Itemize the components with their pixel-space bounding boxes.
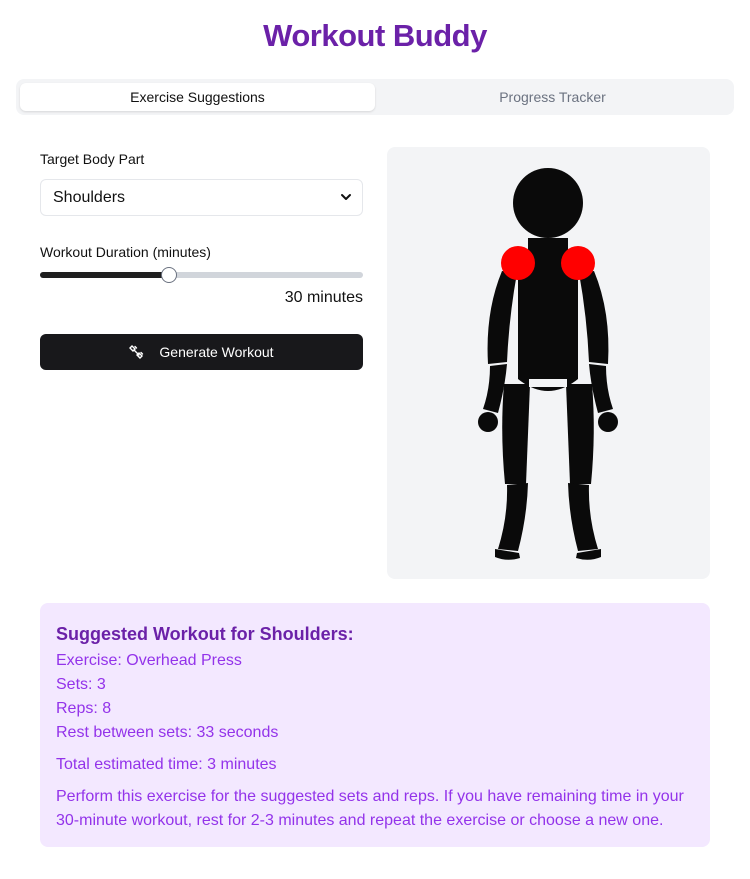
figure-left-thigh	[502, 384, 530, 484]
tab-progress-tracker[interactable]: Progress Tracker	[375, 83, 730, 111]
figure-left-shoulder-highlight	[501, 246, 535, 280]
duration-slider[interactable]	[40, 264, 363, 286]
figure-right-hand	[598, 412, 618, 432]
generate-workout-button[interactable]: Generate Workout	[40, 334, 363, 370]
chevron-down-icon	[341, 194, 351, 200]
body-part-label: Target Body Part	[40, 151, 145, 167]
total-time: Total estimated time: 3 minutes	[56, 756, 277, 773]
suggestion-title: Suggested Workout for Shoulders:	[56, 624, 354, 644]
body-part-value: Shoulders	[53, 188, 126, 206]
figure-right-shin	[568, 483, 598, 551]
figure-torso	[518, 258, 578, 391]
exercise-name: Exercise: Overhead Press	[56, 652, 242, 669]
figure-right-shoulder-highlight	[561, 246, 595, 280]
rest-duration: Rest between sets: 33 seconds	[56, 724, 279, 741]
figure-left-hand	[478, 412, 498, 432]
dumbbell-icon	[129, 345, 144, 359]
tab-bar: Exercise Suggestions Progress Tracker	[16, 79, 734, 115]
generate-workout-label: Generate Workout	[159, 344, 274, 360]
tab-exercise-suggestions[interactable]: Exercise Suggestions	[20, 83, 375, 111]
slider-thumb[interactable]	[161, 267, 177, 283]
figure-left-shin	[498, 483, 528, 551]
duration-readout: 30 minutes	[284, 289, 363, 306]
figure-neck	[528, 238, 568, 258]
reps-count: Reps: 8	[56, 700, 112, 717]
sets-count: Sets: 3	[56, 676, 106, 693]
workout-suggestion-card: Suggested Workout for Shoulders: Exercis…	[40, 603, 710, 847]
app-title: Workout Buddy	[263, 18, 487, 53]
figure-right-thigh	[566, 384, 594, 484]
body-part-select[interactable]: Shoulders	[40, 179, 363, 216]
slider-fill	[40, 272, 169, 278]
figure-head	[513, 168, 583, 238]
suggestion-note: Perform this exercise for the suggested …	[56, 788, 684, 829]
figure-right-upper-arm	[579, 271, 609, 364]
duration-label: Workout Duration (minutes)	[40, 244, 211, 260]
figure-left-upper-arm	[487, 271, 517, 364]
body-figure-panel	[387, 147, 710, 579]
body-figure	[478, 168, 618, 560]
